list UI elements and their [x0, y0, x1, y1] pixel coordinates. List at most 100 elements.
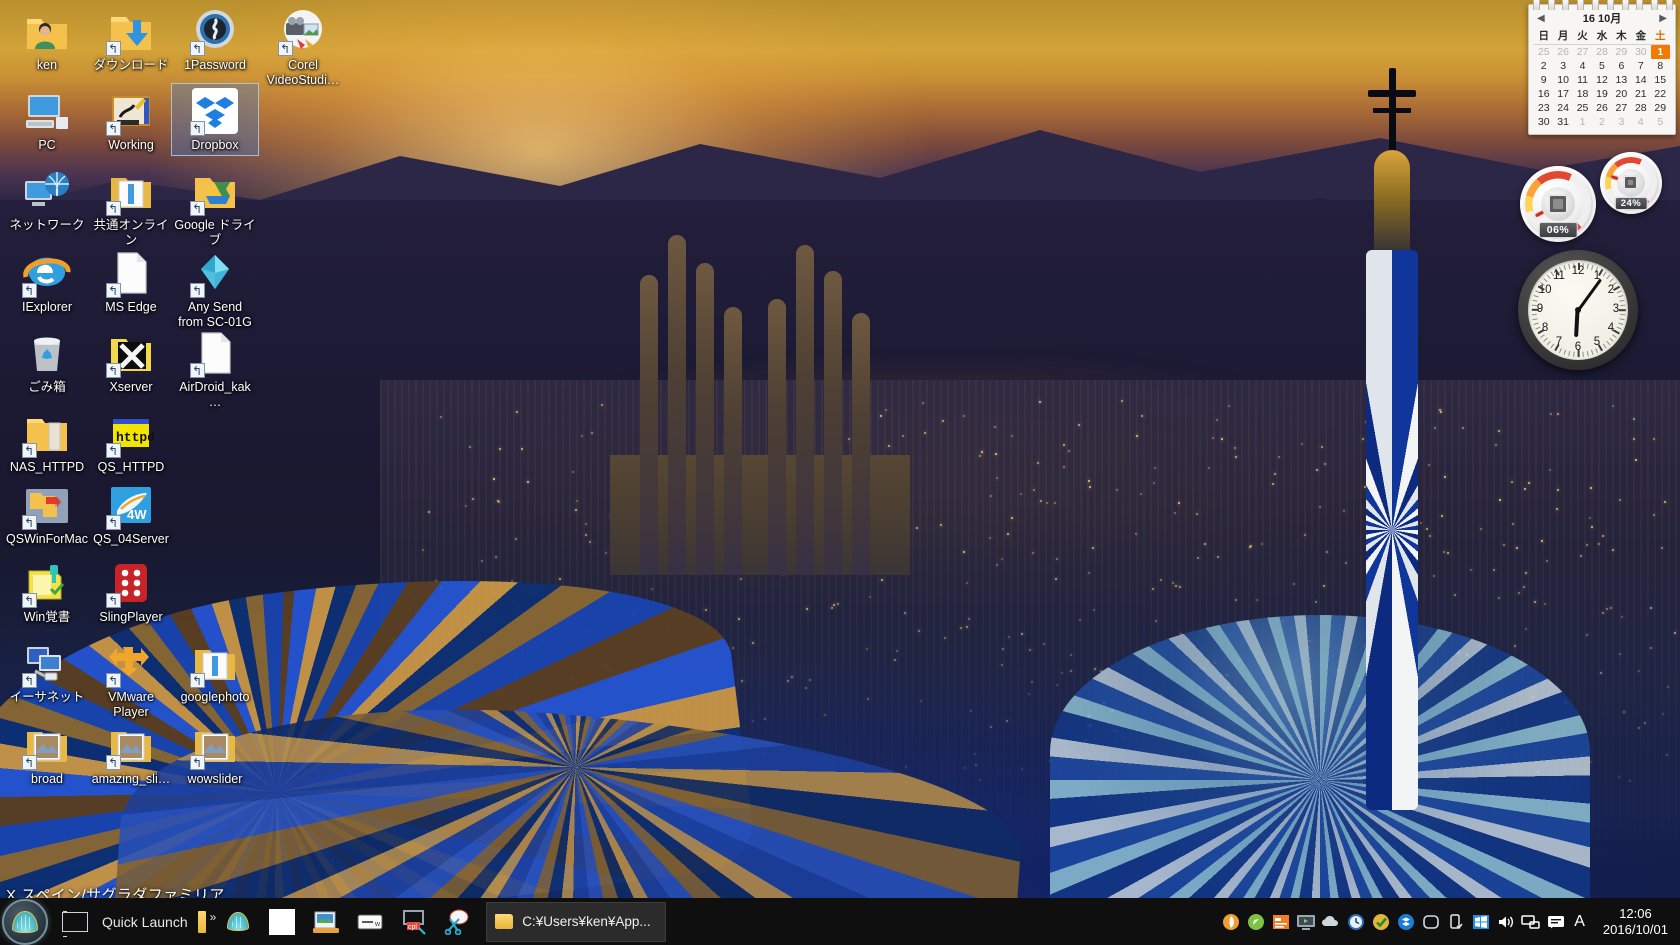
desktop-icon-folder[interactable]: NAS_HTTPD	[4, 406, 90, 477]
calendar-day[interactable]: 19	[1592, 87, 1611, 101]
calendar-day[interactable]: 28	[1592, 45, 1611, 59]
desktop-icon-qs-04server[interactable]: 4W QS_04Server	[88, 478, 174, 549]
quick-launch-shell-icon[interactable]	[216, 900, 260, 944]
desktop-icon-folder-open[interactable]: googlephoto	[172, 636, 258, 707]
tray-check-circle-icon[interactable]	[1368, 908, 1393, 936]
calendar-day[interactable]: 1	[1650, 45, 1670, 59]
calendar-day[interactable]: 27	[1573, 45, 1592, 59]
quick-launch-snip-icon[interactable]	[436, 900, 480, 944]
desktop-icon-blank-document[interactable]: AirDroid_kak…	[172, 326, 258, 411]
desktop-icon-this-pc[interactable]: PC	[4, 84, 90, 155]
desktop-icon-slingplayer[interactable]: SlingPlayer	[88, 556, 174, 627]
calendar-day[interactable]: 29	[1651, 101, 1670, 115]
calendar-day[interactable]: 29	[1612, 45, 1631, 59]
calendar-day[interactable]: 3	[1553, 59, 1572, 73]
tray-action-center-icon[interactable]	[1543, 908, 1568, 936]
calendar-day[interactable]: 7	[1631, 59, 1650, 73]
show-desktop-button[interactable]	[62, 910, 88, 937]
calendar-day[interactable]: 1	[1573, 115, 1592, 129]
calendar-day[interactable]: 12	[1592, 73, 1611, 87]
desktop-icon-folder-user[interactable]: ken	[4, 4, 90, 75]
desktop-icon-dropbox[interactable]: Dropbox	[171, 83, 259, 156]
quick-launch-blank-icon[interactable]	[260, 900, 304, 944]
start-button[interactable]	[2, 898, 48, 945]
calendar-gadget[interactable]: ◀ 16 10月 ▶ 日月火水木金土 25 26 27 28 29 30 1 2 3 4 5 6 7 8 9…	[1528, 0, 1676, 135]
desktop-icon-ethernet[interactable]: イーサネット	[4, 636, 90, 707]
calendar-day[interactable]: 17	[1553, 87, 1572, 101]
quick-launch-drag-handle[interactable]	[197, 910, 206, 933]
calendar-day[interactable]: 5	[1651, 115, 1670, 129]
calendar-day[interactable]: 3	[1612, 115, 1631, 129]
desktop-icon-folder-picture[interactable]: wowslider	[172, 718, 258, 789]
desktop-icon-folder-download[interactable]: ダウンロード	[88, 4, 174, 75]
desktop-icon-win-notes[interactable]: Win覚書	[4, 556, 90, 627]
calendar-day[interactable]: 5	[1592, 59, 1611, 73]
calendar-day[interactable]: 26	[1592, 101, 1611, 115]
tray-windows-flag-icon[interactable]	[1468, 908, 1493, 936]
calendar-day[interactable]: 25	[1573, 101, 1592, 115]
tray-volume-icon[interactable]	[1493, 908, 1518, 936]
calendar-day[interactable]: 26	[1553, 45, 1572, 59]
calendar-day[interactable]: 2	[1592, 115, 1611, 129]
tray-orange-list-icon[interactable]	[1268, 908, 1293, 936]
calendar-day[interactable]: 6	[1612, 59, 1631, 73]
taskbar-window-button[interactable]: C:¥Users¥ken¥App...	[486, 901, 666, 942]
calendar-day[interactable]: 25	[1534, 45, 1553, 59]
calendar-day[interactable]: 30	[1631, 45, 1650, 59]
ime-indicator[interactable]: A	[1568, 913, 1591, 931]
tray-usb-eject-icon[interactable]	[1443, 908, 1468, 936]
calendar-day[interactable]: 16	[1534, 87, 1553, 101]
tray-dropbox-icon[interactable]	[1393, 908, 1418, 936]
desktop-icon-corel-videostudio[interactable]: Corel VideoStudi…	[260, 4, 346, 89]
calendar-day[interactable]: 22	[1651, 87, 1670, 101]
ram-meter-gadget[interactable]: 24%	[1600, 152, 1662, 214]
calendar-day[interactable]: 2	[1534, 59, 1553, 73]
desktop-icon-google-drive[interactable]: Google ドライブ	[172, 164, 258, 249]
calendar-day[interactable]: 15	[1651, 73, 1670, 87]
desktop-icon-any-send[interactable]: Any Send from SC-01G	[172, 246, 258, 331]
quick-launch-overflow-chevron[interactable]: »	[210, 910, 217, 924]
calendar-day[interactable]: 27	[1612, 101, 1631, 115]
calendar-day[interactable]: 9	[1534, 73, 1553, 87]
calendar-day[interactable]: 13	[1612, 73, 1631, 87]
desktop-icon-blank-document[interactable]: MS Edge	[88, 246, 174, 317]
desktop-icon-network[interactable]: ネットワーク	[4, 164, 90, 235]
tray-clock-icon[interactable]	[1343, 908, 1368, 936]
desktop-icon-folder-sync[interactable]: QSWinForMac	[4, 478, 90, 549]
calendar-next-button[interactable]: ▶	[1659, 13, 1667, 24]
desktop-icon-xserver-folder[interactable]: Xserver	[88, 326, 174, 397]
quick-launch-photo-icon[interactable]	[304, 900, 348, 944]
calendar-day[interactable]: 11	[1573, 73, 1592, 87]
calendar-day[interactable]: 8	[1651, 59, 1670, 73]
quick-launch-notepad-icon[interactable]: w	[348, 900, 392, 944]
tray-green-compass-icon[interactable]	[1243, 908, 1268, 936]
tray-network-icon[interactable]	[1518, 908, 1543, 936]
taskbar-clock[interactable]: 12:06 2016/10/01	[1603, 906, 1668, 938]
desktop-icon-internet-explorer[interactable]: IExplorer	[4, 246, 90, 317]
cpu-meter-gadget[interactable]: 06%	[1520, 166, 1596, 242]
desktop-icon-folder-picture[interactable]: broad	[4, 718, 90, 789]
calendar-day[interactable]: 30	[1534, 115, 1553, 129]
quick-launch-cpl-icon[interactable]: cpl	[392, 900, 436, 944]
calendar-day[interactable]: 20	[1612, 87, 1631, 101]
desktop-icon-vmware-player[interactable]: VMware Player	[88, 636, 174, 721]
desktop-icon-folder-open[interactable]: 共通オンライン	[88, 164, 174, 249]
calendar-day[interactable]: 23	[1534, 101, 1553, 115]
calendar-day[interactable]: 18	[1573, 87, 1592, 101]
tray-monitor-play-icon[interactable]	[1293, 908, 1318, 936]
calendar-day[interactable]: 10	[1553, 73, 1572, 87]
calendar-day[interactable]: 24	[1553, 101, 1572, 115]
desktop-icon-httpd[interactable]: httpd QS_HTTPD	[88, 406, 174, 477]
desktop-icon-recycle-bin[interactable]: ごみ箱	[4, 326, 90, 397]
calendar-day[interactable]: 21	[1631, 87, 1650, 101]
calendar-day[interactable]: 28	[1631, 101, 1650, 115]
desktop-icon-1password[interactable]: 1Password	[172, 4, 258, 75]
tray-disk-icon[interactable]	[1418, 908, 1443, 936]
analog-clock-gadget[interactable]: 12 1 2 3 4 5 6 7 8 9 10 11	[1518, 250, 1638, 370]
tray-orange-leaf-icon[interactable]	[1218, 908, 1243, 936]
calendar-day[interactable]: 31	[1553, 115, 1572, 129]
tray-onedrive-cloud-icon[interactable]	[1318, 908, 1343, 936]
calendar-day[interactable]: 4	[1631, 115, 1650, 129]
desktop-icon-folder-picture[interactable]: amazing_sli…	[88, 718, 174, 789]
desktop-icon-working-notes[interactable]: Working	[88, 84, 174, 155]
